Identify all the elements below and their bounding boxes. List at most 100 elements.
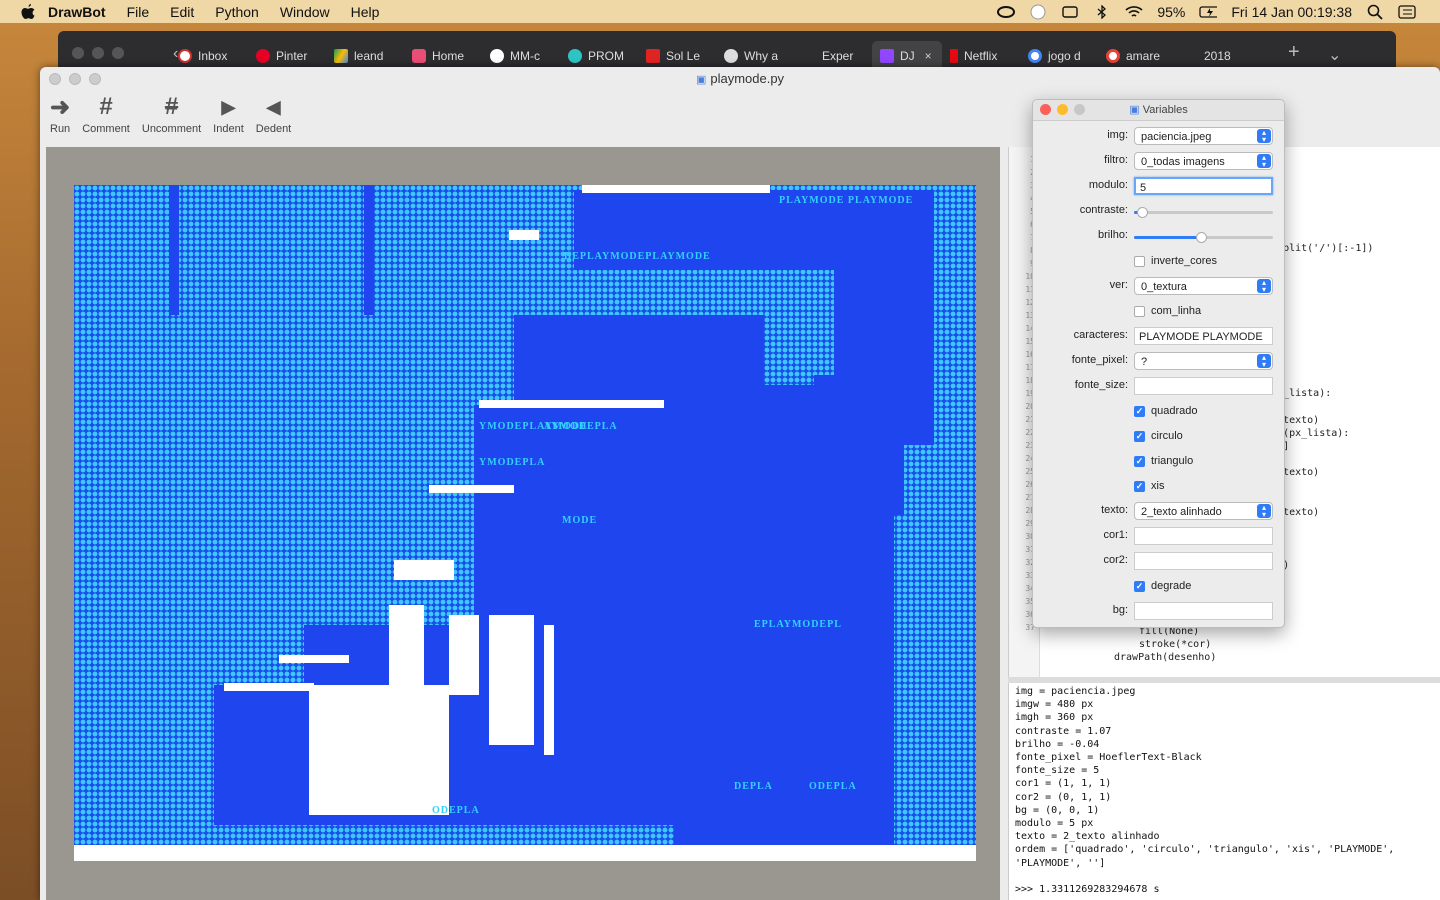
art-text: PLAYMODE PLAYMODE [779, 195, 914, 206]
art-white-bar [582, 185, 770, 193]
variables-title: Variables [1142, 104, 1188, 116]
new-tab-icon[interactable]: + [1288, 41, 1300, 64]
popup-arrows-icon: ▴ ▾ [1257, 354, 1271, 369]
search-icon[interactable] [1366, 4, 1384, 20]
document-icon: ▣ [1129, 104, 1140, 116]
popup-arrows-icon: ▴ ▾ [1257, 154, 1271, 169]
wifi-icon[interactable] [1125, 5, 1143, 19]
fonte-size-label: fonte_size: [1074, 379, 1128, 391]
art-block [214, 685, 314, 825]
var-row-inverte: inverte_cores [1033, 251, 1284, 273]
menubar-clock[interactable]: Fri 14 Jan 00:19:38 [1231, 4, 1352, 20]
filtro-select[interactable]: 0_todas imagens ▴ ▾ [1134, 152, 1273, 170]
keyboard-icon[interactable] [1061, 5, 1079, 19]
art-text: DEPLAYMODEPLAYMODE [564, 251, 711, 262]
art-white-bar [224, 683, 314, 691]
cor2-input[interactable] [1134, 552, 1273, 570]
art-white-shape [544, 625, 554, 755]
art-column [169, 185, 179, 315]
art-text: ODEPLA [809, 781, 857, 792]
var-row-degrade: ✓ degrade [1033, 576, 1284, 598]
hash-strike-icon: # [164, 93, 179, 120]
triangulo-checkbox[interactable]: ✓ triangulo [1134, 455, 1193, 467]
art-white-bar [429, 485, 514, 493]
code-line: stroke(*cor) [1139, 639, 1212, 650]
dedent-button[interactable]: ◀ Dedent [256, 91, 291, 145]
filtro-label: filtro: [1104, 154, 1128, 166]
minimize-button[interactable] [1057, 104, 1068, 115]
indent-button[interactable]: ▶ Indent [213, 91, 244, 145]
window-controls[interactable] [49, 73, 101, 85]
menu-edit[interactable]: Edit [170, 4, 194, 20]
var-row-cor2: cor2: [1033, 551, 1284, 573]
xis-checkbox[interactable]: ✓ xis [1134, 480, 1164, 492]
menu-list-icon[interactable] [1398, 4, 1416, 19]
uncomment-button[interactable]: # Uncomment [142, 91, 201, 145]
com-linha-checkbox[interactable]: com_linha [1134, 305, 1201, 317]
drawbot-titlebar: ▣ playmode.py [40, 67, 1440, 91]
ver-select[interactable]: 0_textura ▴ ▾ [1134, 277, 1273, 295]
img-select[interactable]: paciencia.jpeg ▴ ▾ [1134, 127, 1273, 145]
art-white-bar [279, 655, 349, 663]
output-console[interactable]: img = paciencia.jpeg imgw = 480 px imgh … [1008, 683, 1440, 900]
var-row-ver: ver: 0_textura ▴ ▾ [1033, 276, 1284, 298]
contraste-slider[interactable] [1134, 207, 1273, 218]
battery-icon[interactable] [1199, 5, 1218, 19]
bluetooth-icon[interactable] [1093, 4, 1111, 19]
art-text: ODEPLA [432, 805, 480, 816]
menu-python[interactable]: Python [215, 4, 259, 20]
fonte-pixel-select[interactable]: ? ▴ ▾ [1134, 352, 1273, 370]
document-icon: ▣ [695, 74, 707, 86]
menu-app-name[interactable]: DrawBot [48, 4, 106, 20]
quadrado-checkbox[interactable]: ✓ quadrado [1134, 405, 1198, 417]
bg-input[interactable] [1134, 602, 1273, 620]
generated-artwork[interactable]: PLAYMODE PLAYMODE DEPLAYMODEPLAYMODE YMO… [74, 185, 976, 861]
cor2-label: cor2: [1103, 554, 1128, 566]
variables-panel: ▣ Variables img: paciencia.jpeg ▴ ▾ filtro… [1032, 99, 1285, 628]
inverte-cores-checkbox[interactable]: inverte_cores [1134, 255, 1217, 267]
browser-window-controls[interactable] [72, 47, 124, 59]
var-row-brilho: brilho: [1033, 226, 1284, 248]
apple-icon[interactable] [20, 3, 36, 21]
caracteres-input[interactable]: PLAYMODE PLAYMODE [1134, 327, 1273, 345]
creative-cloud-icon[interactable] [997, 5, 1016, 19]
var-row-cor1: cor1: [1033, 526, 1284, 548]
circle-status-icon[interactable] [1029, 4, 1047, 19]
art-column [364, 185, 374, 315]
run-button[interactable]: ➜ Run [50, 91, 70, 145]
menu-file[interactable]: File [127, 4, 150, 20]
var-row-fonte-pixel: fonte_pixel: ? ▴ ▾ [1033, 351, 1284, 373]
triangle-left-icon: ◀ [266, 96, 281, 117]
close-button[interactable] [1040, 104, 1051, 115]
window-title: playmode.py [710, 71, 785, 86]
console-text: img = paciencia.jpeg imgw = 480 px imgh … [1015, 686, 1395, 896]
art-text: AYMODEPLA [544, 421, 618, 432]
chevron-down-icon[interactable]: ⌄ [1328, 45, 1341, 65]
canvas-view[interactable]: PLAYMODE PLAYMODE DEPLAYMODEPLAYMODE YMO… [46, 147, 1000, 900]
art-bottom-margin [74, 847, 976, 861]
slider-knob[interactable] [1137, 207, 1149, 218]
comment-button[interactable]: # Comment [82, 91, 130, 145]
modulo-input[interactable]: 5 [1134, 177, 1273, 195]
caracteres-label: caracteres: [1073, 329, 1128, 341]
menu-window[interactable]: Window [280, 4, 330, 20]
circulo-checkbox[interactable]: ✓ circulo [1134, 430, 1183, 442]
degrade-checkbox[interactable]: ✓ degrade [1134, 580, 1191, 592]
var-row-circulo: ✓ circulo [1033, 426, 1284, 448]
panel-window-controls[interactable] [1040, 104, 1085, 115]
fonte-pixel-label: fonte_pixel: [1071, 354, 1128, 366]
brilho-label: brilho: [1098, 229, 1128, 241]
brilho-slider[interactable] [1134, 232, 1273, 243]
cor1-input[interactable] [1134, 527, 1273, 545]
art-text: YMODEPLA [479, 457, 546, 468]
hash-icon: # [99, 93, 113, 120]
img-label: img: [1107, 129, 1128, 141]
close-icon[interactable]: × [925, 49, 932, 63]
var-row-contraste: contraste: [1033, 201, 1284, 223]
texto-select[interactable]: 2_texto alinhado ▴ ▾ [1134, 502, 1273, 520]
zoom-button[interactable] [1074, 104, 1085, 115]
menu-help[interactable]: Help [351, 4, 380, 20]
fonte-size-input[interactable] [1134, 377, 1273, 395]
art-white-shape [394, 560, 454, 580]
slider-knob[interactable] [1195, 232, 1207, 243]
